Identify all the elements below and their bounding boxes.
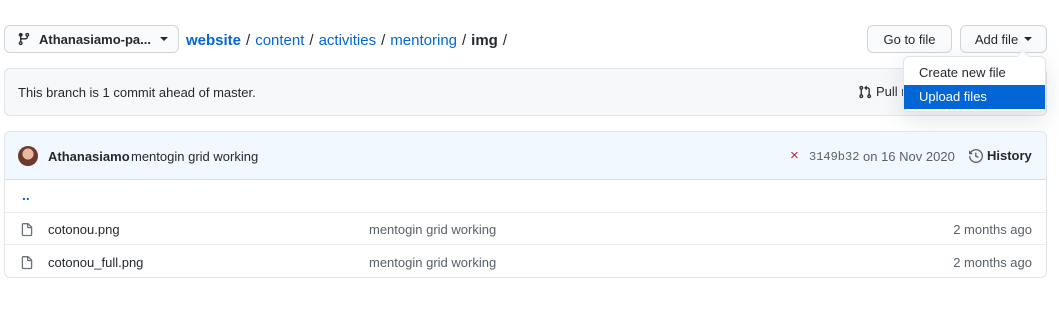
parent-directory-row[interactable]: ..: [5, 180, 1046, 213]
git-pull-request-icon: [858, 85, 872, 99]
breadcrumb-separator: /: [502, 31, 508, 49]
file-name-link[interactable]: cotonou.png: [48, 222, 120, 237]
breadcrumb-separator: /: [246, 31, 251, 49]
branch-name: Athanasiamo-pa...: [39, 31, 151, 47]
pull-request-label: Pull r: [876, 84, 906, 99]
add-file-label: Add file: [974, 31, 1019, 47]
file-commit-message-link[interactable]: mentogin grid working: [369, 222, 496, 237]
chevron-down-icon: [1024, 37, 1033, 41]
file-commit-message-link[interactable]: mentogin grid working: [369, 255, 496, 270]
menu-item-create-new-file[interactable]: Create new file: [904, 61, 1045, 85]
chevron-down-icon: [160, 37, 168, 41]
breadcrumb-link-content[interactable]: content: [255, 32, 304, 49]
latest-commit-row: Athanasiamo mentogin grid working × 3149…: [5, 132, 1046, 180]
breadcrumb-link-activities[interactable]: activities: [319, 32, 377, 49]
dropdown-caret-inner: [1017, 51, 1029, 57]
commit-author-link[interactable]: Athanasiamo: [48, 149, 130, 164]
breadcrumb-separator: /: [462, 31, 467, 49]
commit-date: on 16 Nov 2020: [863, 149, 955, 164]
file-commit-age: 2 months ago: [953, 255, 1032, 270]
commit-sha-link[interactable]: 3149b32: [809, 150, 859, 164]
breadcrumb-separator: /: [381, 31, 386, 49]
breadcrumb-separator: /: [309, 31, 314, 49]
parent-directory-link[interactable]: ..: [22, 187, 30, 203]
avatar[interactable]: [18, 146, 38, 166]
branch-ahead-text: This branch is 1 commit ahead of master.: [18, 85, 256, 100]
history-icon: [969, 148, 983, 163]
breadcrumb: website / content / activities / mentori…: [186, 30, 507, 50]
add-file-button[interactable]: Add file: [960, 25, 1047, 53]
menu-item-upload-files[interactable]: Upload files: [904, 85, 1045, 109]
file-icon: [20, 255, 34, 271]
history-link[interactable]: History: [969, 148, 1032, 163]
commit-message-link[interactable]: mentogin grid working: [131, 149, 258, 164]
pull-request-link[interactable]: Pull r: [858, 84, 906, 99]
git-branch-icon: [17, 32, 31, 46]
breadcrumb-root-link[interactable]: website: [186, 32, 241, 49]
go-to-file-label: Go to file: [883, 31, 936, 47]
history-label: History: [987, 148, 1032, 163]
go-to-file-button[interactable]: Go to file: [867, 25, 952, 53]
table-row: cotonou_full.png mentogin grid working 2…: [5, 246, 1046, 277]
breadcrumb-link-mentoring[interactable]: mentoring: [390, 32, 457, 49]
file-listing: Athanasiamo mentogin grid working × 3149…: [4, 131, 1047, 278]
file-commit-age: 2 months ago: [953, 222, 1032, 237]
file-icon: [20, 222, 34, 238]
table-row: cotonou.png mentogin grid working 2 mont…: [5, 213, 1046, 245]
x-icon[interactable]: ×: [790, 147, 799, 164]
breadcrumb-current: img: [471, 31, 498, 49]
add-file-dropdown-menu: Create new file Upload files: [903, 50, 1046, 112]
file-name-link[interactable]: cotonou_full.png: [48, 255, 143, 270]
branch-selector-button[interactable]: Athanasiamo-pa...: [4, 25, 179, 53]
